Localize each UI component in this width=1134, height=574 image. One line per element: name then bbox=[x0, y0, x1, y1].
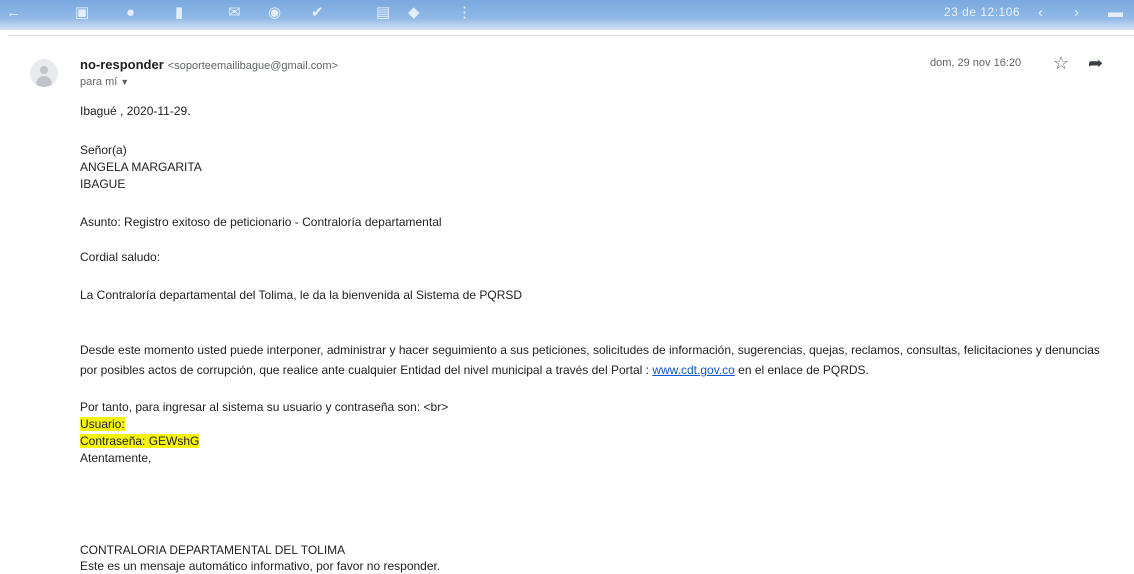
pagination-label: 23 de 12:106 bbox=[944, 5, 1021, 19]
recipient-label: para mí bbox=[80, 76, 118, 88]
more-icon[interactable]: ⋮ bbox=[457, 4, 472, 22]
spam-icon[interactable]: ● bbox=[126, 4, 135, 22]
avatar bbox=[30, 59, 58, 87]
star-icon[interactable]: ☆ bbox=[1053, 53, 1069, 74]
move-to-icon[interactable]: ▤ bbox=[376, 4, 390, 22]
body-main-text-2: en el enlace de PQRDS. bbox=[734, 363, 869, 377]
gmail-toolbar: ← ▣ ● ▮ ✉ ◉ ✔ ▤ ◆ ⋮ 23 de 12:106 ‹ › ▬ bbox=[0, 0, 1134, 30]
portal-link[interactable]: www.cdt.gov.co bbox=[652, 363, 734, 377]
body-main-text-1: Desde este momento usted puede interpone… bbox=[80, 343, 1100, 377]
mail-icon[interactable]: ✉ bbox=[228, 4, 241, 22]
prev-icon[interactable]: ‹ bbox=[1038, 4, 1043, 22]
body-password: Contraseña: GEWshG bbox=[80, 434, 200, 449]
body-greeting: Cordial saludo: bbox=[80, 250, 161, 264]
body-username: Usuario: bbox=[80, 417, 125, 432]
person-icon-head bbox=[40, 66, 48, 74]
message-date: dom, 29 nov 16:20 bbox=[930, 57, 1022, 69]
reply-icon[interactable]: ➦ bbox=[1088, 53, 1103, 74]
chevron-down-icon[interactable]: ▼ bbox=[120, 77, 129, 87]
body-main-paragraph: Desde este momento usted puede interpone… bbox=[80, 340, 1110, 380]
next-icon[interactable]: › bbox=[1074, 4, 1079, 22]
clock-icon[interactable]: ◉ bbox=[268, 4, 281, 22]
person-icon-body bbox=[36, 76, 52, 87]
archive-icon[interactable]: ▣ bbox=[75, 4, 89, 22]
sender-name[interactable]: no-responder bbox=[80, 57, 164, 72]
sender-line: no-responder <soporteemailibague@gmail.co… bbox=[80, 57, 338, 72]
body-salutation: Señor(a) bbox=[80, 143, 127, 157]
divider bbox=[8, 35, 1134, 36]
username-highlight: Usuario: bbox=[80, 417, 125, 431]
password-highlight: Contraseña: GEWshG bbox=[80, 434, 200, 448]
label-icon[interactable]: ◆ bbox=[408, 4, 420, 22]
body-date: Ibagué , 2020-11-29. bbox=[80, 104, 191, 118]
keyboard-icon[interactable]: ▬ bbox=[1108, 4, 1123, 22]
body-recipient-name: ANGELA MARGARITA bbox=[80, 160, 202, 174]
body-city: IBAGUE bbox=[80, 177, 126, 191]
body-org-signature: CONTRALORIA DEPARTAMENTAL DEL TOLIMA bbox=[80, 543, 346, 557]
sender-email: <soporteemailibague@gmail.com> bbox=[167, 60, 338, 72]
body-welcome: La Contraloría departamental del Tolima,… bbox=[80, 288, 523, 302]
delete-icon[interactable]: ▮ bbox=[175, 4, 183, 22]
body-closing: Atentamente, bbox=[80, 451, 152, 465]
back-arrow-icon[interactable]: ← bbox=[6, 4, 21, 22]
body-credentials-intro: Por tanto, para ingresar al sistema su u… bbox=[80, 400, 449, 414]
body-subject: Asunto: Registro exitoso de peticionario… bbox=[80, 215, 442, 229]
recipient-toggle[interactable]: para mí ▼ bbox=[80, 76, 129, 88]
add-task-icon[interactable]: ✔ bbox=[311, 4, 324, 22]
